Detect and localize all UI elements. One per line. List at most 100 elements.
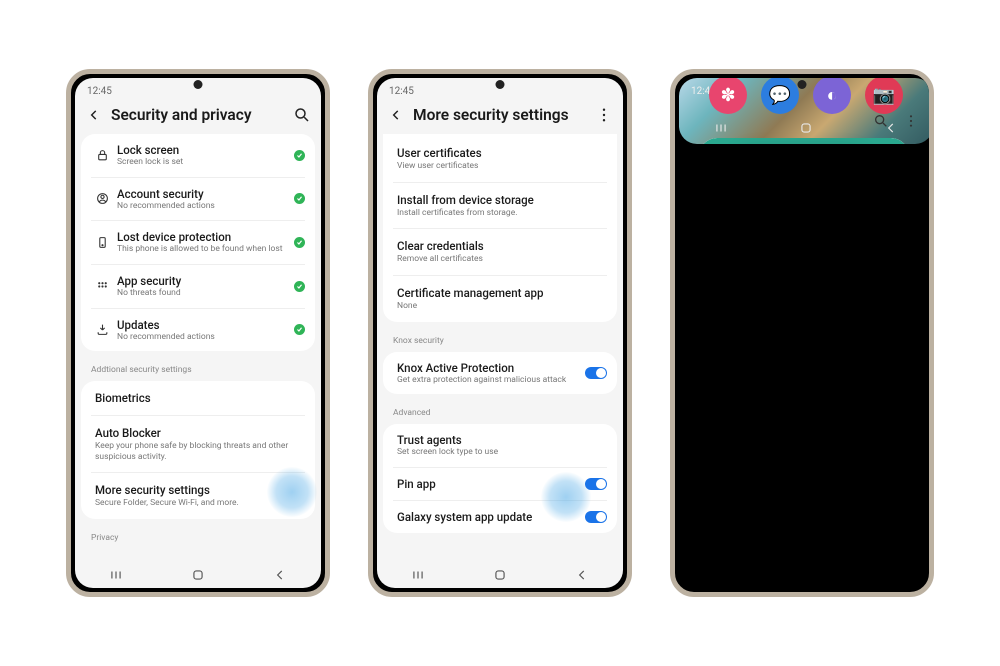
settings-scroll[interactable]: Lock screenScreen lock is setAccount sec… [75,134,321,562]
camera-dot [194,80,203,89]
row-title: Clear credentials [397,239,603,253]
toggle[interactable] [585,478,607,490]
row-title: More security settings [95,483,301,497]
row-subtitle: No threats found [117,288,290,299]
check-icon [294,150,305,161]
apps-icon [91,280,113,293]
additional-settings-card: Biometrics Auto BlockerKeep your phone sa… [81,381,315,519]
row-subtitle: Secure Folder, Secure Wi-Fi, and more. [95,498,301,509]
nav-home[interactable] [493,568,507,582]
dock-app-1[interactable]: 💬 [761,78,799,114]
row-subtitle: Screen lock is set [117,157,290,168]
nav-recents[interactable] [109,568,123,582]
page-title: Security and privacy [111,106,285,124]
phone-frame-2: 12:45 More security settings User certif… [368,69,632,597]
row-title: Install from device storage [397,193,603,207]
row-phone-lock[interactable]: Lost device protectionThis phone is allo… [91,221,305,265]
row-lock[interactable]: Lock screenScreen lock is set [91,134,305,178]
camera-dot [496,80,505,89]
updates-icon [91,323,113,336]
status-time: 12:45 [389,86,414,97]
account-icon [91,192,113,205]
row-updates[interactable]: UpdatesNo recommended actions [91,309,305,352]
check-icon [294,281,305,292]
row-subtitle: View user certificates [397,161,603,172]
nav-home[interactable] [191,568,205,582]
page-title: More security settings [413,106,587,124]
dock-app-0[interactable]: ✽ [709,78,747,114]
security-status-card: Lock screenScreen lock is setAccount sec… [81,134,315,351]
check-icon [294,237,305,248]
row-title: Biometrics [95,391,301,405]
status-time: 12:45 [87,86,112,97]
title-bar: More security settings [377,98,623,134]
row-title: App security [117,274,290,288]
row-clear-credentials[interactable]: Clear credentialsRemove all certificates [393,229,607,276]
row-title: Trust agents [397,433,603,447]
section-advanced: Advanced [377,404,623,424]
knox-subtitle: Get extra protection against malicious a… [397,375,581,386]
nav-back[interactable] [884,121,898,135]
row-apps[interactable]: App securityNo threats found [91,265,305,309]
row-title: Certificate management app [397,286,603,300]
row-galaxy-system-app-update[interactable]: Galaxy system app update [393,501,607,533]
row-subtitle: None [397,301,603,312]
back-button[interactable] [387,106,405,124]
row-subtitle: No recommended actions [117,201,290,212]
nav-back[interactable] [575,568,589,582]
row-user-certificates[interactable]: User certificatesView user certificates [393,136,607,183]
nav-back[interactable] [273,568,287,582]
check-icon [294,324,305,335]
row-title: Pin app [397,477,581,491]
row-title: Lock screen [117,143,290,157]
row-subtitle: Keep your phone safe by blocking threats… [95,441,301,462]
screen-more-security: 12:45 More security settings User certif… [377,78,623,588]
row-subtitle: Set screen lock type to use [397,447,603,458]
camera-dot [798,80,807,89]
row-title: Account security [117,187,290,201]
knox-title: Knox Active Protection [397,361,581,375]
settings-scroll[interactable]: User certificatesView user certificatesI… [377,134,623,562]
knox-row[interactable]: Knox Active Protection Get extra protect… [393,352,607,395]
row-subtitle: No recommended actions [117,332,290,343]
search-icon[interactable] [293,106,311,124]
dock-app-3[interactable]: 📷 [865,78,903,114]
nav-bar [679,118,933,138]
knox-card: Knox Active Protection Get extra protect… [383,352,617,395]
row-title: Lost device protection [117,230,290,244]
dock-app-2[interactable]: ◐ [813,78,851,114]
nav-home[interactable] [799,121,813,135]
nav-bar [377,562,623,588]
row-account[interactable]: Account securityNo recommended actions [91,178,305,222]
back-button[interactable] [85,106,103,124]
section-additional: Addtional security settings [75,361,321,381]
screen-security-privacy: 12:45 Security and privacy Lock screenSc… [75,78,321,588]
recent-app-card[interactable]: * 0 # Keypad Recents Contacts [699,138,909,144]
lock-icon [91,149,113,162]
row-trust-agents[interactable]: Trust agentsSet screen lock type to use [393,424,607,468]
phone-lock-icon [91,236,113,249]
nav-recents[interactable] [714,121,728,135]
row-subtitle: Install certificates from storage. [397,208,603,219]
row-install-from-device-storage[interactable]: Install from device storageInstall certi… [393,183,607,230]
app-card-header [699,138,909,144]
phone-frame-3: 12:45 * 0 # Keypad Recents Contacts [670,69,934,597]
check-icon [294,193,305,204]
row-auto-blocker[interactable]: Auto BlockerKeep your phone safe by bloc… [91,416,305,473]
row-title: Auto Blocker [95,426,301,440]
nav-bar [75,562,321,588]
knox-toggle[interactable] [585,367,607,379]
row-more-security-settings[interactable]: More security settingsSecure Folder, Sec… [91,473,305,519]
nav-recents[interactable] [411,568,425,582]
row-biometrics[interactable]: Biometrics [91,381,305,416]
toggle[interactable] [585,511,607,523]
certificates-card: User certificatesView user certificatesI… [383,134,617,322]
row-subtitle: This phone is allowed to be found when l… [117,244,290,255]
advanced-card: Trust agentsSet screen lock type to use P… [383,424,617,533]
row-title: Updates [117,318,290,332]
more-icon[interactable] [595,106,613,124]
row-certificate-management-app[interactable]: Certificate management appNone [393,276,607,322]
row-pin-app[interactable]: Pin app [393,468,607,501]
title-bar: Security and privacy [75,98,321,134]
row-subtitle: Remove all certificates [397,254,603,265]
